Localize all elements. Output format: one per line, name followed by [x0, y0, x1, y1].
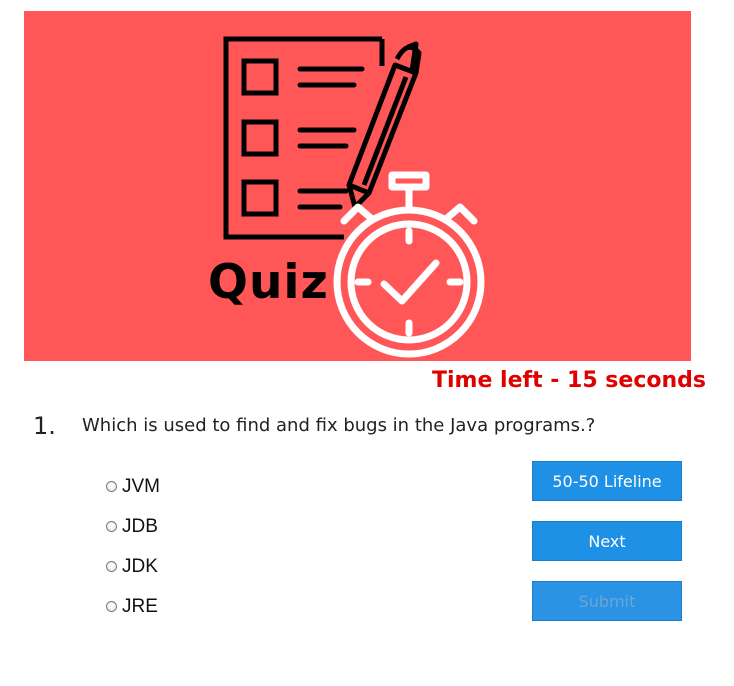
next-button[interactable]: Next — [532, 521, 682, 561]
option-jdb[interactable]: JDB — [106, 506, 160, 546]
option-jvm[interactable]: JVM — [106, 466, 160, 506]
radio-button[interactable] — [106, 600, 117, 612]
quiz-banner: Quiz — [24, 11, 691, 361]
radio-button[interactable] — [106, 520, 117, 532]
quiz-banner-illustration — [223, 36, 485, 358]
option-jre[interactable]: JRE — [106, 586, 160, 626]
time-left-label: Time left - 15 seconds — [431, 368, 706, 393]
radio-button[interactable] — [106, 560, 117, 572]
option-label: JRE — [122, 595, 158, 617]
lifeline-button[interactable]: 50-50 Lifeline — [532, 461, 682, 501]
submit-button[interactable]: Submit — [532, 581, 682, 621]
option-label: JVM — [122, 475, 160, 497]
answer-options: JVM JDB JDK JRE — [106, 466, 160, 626]
quiz-title: Quiz — [208, 255, 329, 310]
radio-button[interactable] — [106, 480, 117, 492]
option-label: JDB — [122, 515, 158, 537]
question-text: Which is used to find and fix bugs in th… — [82, 415, 596, 436]
question-number: 1. — [33, 412, 56, 440]
option-jdk[interactable]: JDK — [106, 546, 160, 586]
option-label: JDK — [122, 555, 158, 577]
